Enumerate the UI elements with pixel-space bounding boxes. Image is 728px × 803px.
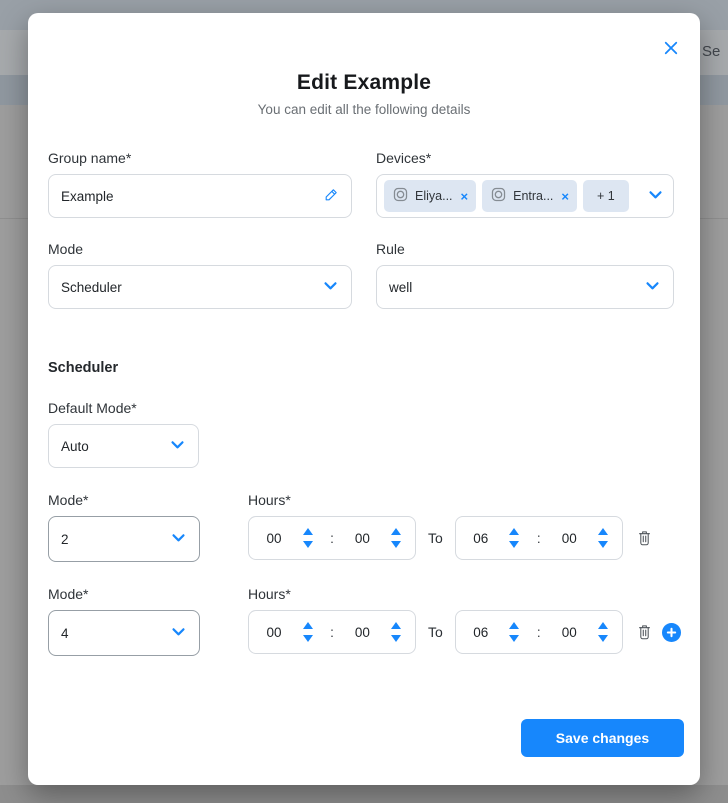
- default-mode-value: Auto: [61, 439, 169, 454]
- scheduler-heading: Scheduler: [48, 360, 700, 376]
- hours-label: Hours*: [248, 586, 681, 602]
- delete-row-button[interactable]: [637, 530, 652, 546]
- row-mode-value: 4: [61, 626, 170, 641]
- to-hour-value[interactable]: 06: [470, 531, 492, 546]
- mode-select[interactable]: Scheduler: [48, 265, 352, 309]
- device-chip-label: Eliya...: [415, 189, 453, 203]
- scheduler-row: Mode* 2 Hours* 00 : 00 T: [48, 492, 700, 562]
- step-down-icon[interactable]: [391, 541, 401, 548]
- more-devices-chip[interactable]: + 1: [583, 180, 629, 212]
- chevron-down-icon: [322, 277, 339, 297]
- time-to-input[interactable]: 06 : 00: [455, 610, 623, 654]
- dialog-subtitle: You can edit all the following details: [28, 102, 700, 117]
- step-down-icon[interactable]: [598, 635, 608, 642]
- close-icon: [662, 39, 680, 62]
- minute-stepper[interactable]: [598, 528, 608, 548]
- to-minute-value[interactable]: 00: [558, 531, 580, 546]
- default-mode-label: Default Mode*: [48, 400, 700, 416]
- minute-stepper[interactable]: [391, 528, 401, 548]
- row-mode-label: Mode*: [48, 492, 200, 508]
- step-up-icon[interactable]: [509, 622, 519, 629]
- chevron-down-icon: [170, 529, 187, 549]
- from-hour-value[interactable]: 00: [263, 531, 285, 546]
- from-minute-value[interactable]: 00: [351, 531, 373, 546]
- time-from-input[interactable]: 00 : 00: [248, 610, 416, 654]
- row-mode-value: 2: [61, 532, 170, 547]
- hour-stepper[interactable]: [303, 622, 313, 642]
- device-icon: [490, 186, 507, 206]
- remove-device-icon[interactable]: ×: [461, 190, 469, 203]
- dialog-title: Edit Example: [28, 71, 700, 95]
- step-down-icon[interactable]: [303, 541, 313, 548]
- edit-example-dialog: Edit Example You can edit all the follow…: [28, 13, 700, 785]
- time-separator: :: [537, 531, 541, 546]
- step-up-icon[interactable]: [303, 622, 313, 629]
- row-mode-select[interactable]: 2: [48, 516, 200, 562]
- device-chip-label: Entra...: [513, 189, 553, 203]
- mode-value: Scheduler: [61, 280, 322, 295]
- rule-select[interactable]: well: [376, 265, 674, 309]
- minute-stepper[interactable]: [598, 622, 608, 642]
- time-from-input[interactable]: 00 : 00: [248, 516, 416, 560]
- default-mode-select[interactable]: Auto: [48, 424, 199, 468]
- step-up-icon[interactable]: [391, 622, 401, 629]
- step-up-icon[interactable]: [391, 528, 401, 535]
- trash-icon: [637, 530, 652, 546]
- row-mode-label: Mode*: [48, 586, 200, 602]
- minute-stepper[interactable]: [391, 622, 401, 642]
- time-separator: :: [537, 625, 541, 640]
- group-name-input[interactable]: Example: [48, 174, 352, 218]
- step-up-icon[interactable]: [598, 622, 608, 629]
- devices-multiselect[interactable]: Eliya... × Entra... ×: [376, 174, 674, 218]
- add-row-button[interactable]: [662, 623, 681, 642]
- group-name-value: Example: [61, 189, 324, 204]
- plus-icon: [666, 627, 677, 638]
- step-down-icon[interactable]: [598, 541, 608, 548]
- backdrop-search-text: Se: [702, 41, 728, 63]
- edit-form: Group name* Example Devices*: [28, 150, 700, 309]
- chevron-down-icon: [644, 277, 661, 297]
- to-label: To: [428, 624, 443, 640]
- delete-row-button[interactable]: [637, 624, 652, 640]
- device-icon: [392, 186, 409, 206]
- time-to-input[interactable]: 06 : 00: [455, 516, 623, 560]
- hours-label: Hours*: [248, 492, 652, 508]
- hour-stepper[interactable]: [509, 622, 519, 642]
- hour-stepper[interactable]: [303, 528, 313, 548]
- mode-label: Mode: [48, 241, 352, 257]
- row-mode-select[interactable]: 4: [48, 610, 200, 656]
- step-down-icon[interactable]: [509, 635, 519, 642]
- close-button[interactable]: [660, 39, 682, 61]
- step-up-icon[interactable]: [509, 528, 519, 535]
- step-down-icon[interactable]: [303, 635, 313, 642]
- step-down-icon[interactable]: [391, 635, 401, 642]
- backdrop-footer-band: [0, 785, 728, 803]
- to-hour-value[interactable]: 06: [470, 625, 492, 640]
- more-devices-label: + 1: [597, 189, 615, 203]
- step-down-icon[interactable]: [509, 541, 519, 548]
- step-up-icon[interactable]: [303, 528, 313, 535]
- device-chip[interactable]: Entra... ×: [482, 180, 577, 212]
- hour-stepper[interactable]: [509, 528, 519, 548]
- rule-label: Rule: [376, 241, 674, 257]
- device-chip[interactable]: Eliya... ×: [384, 180, 476, 212]
- trash-icon: [637, 624, 652, 640]
- pencil-icon[interactable]: [324, 187, 339, 205]
- from-hour-value[interactable]: 00: [263, 625, 285, 640]
- step-up-icon[interactable]: [598, 528, 608, 535]
- to-label: To: [428, 530, 443, 546]
- group-name-label: Group name*: [48, 150, 352, 166]
- rule-value: well: [389, 280, 644, 295]
- chevron-down-icon[interactable]: [647, 186, 664, 206]
- chevron-down-icon: [170, 623, 187, 643]
- save-changes-button[interactable]: Save changes: [521, 719, 684, 757]
- time-separator: :: [330, 531, 334, 546]
- time-separator: :: [330, 625, 334, 640]
- from-minute-value[interactable]: 00: [351, 625, 373, 640]
- to-minute-value[interactable]: 00: [558, 625, 580, 640]
- devices-label: Devices*: [376, 150, 674, 166]
- remove-device-icon[interactable]: ×: [561, 190, 569, 203]
- chevron-down-icon: [169, 436, 186, 456]
- scheduler-row: Mode* 4 Hours* 00 : 00 T: [48, 586, 700, 656]
